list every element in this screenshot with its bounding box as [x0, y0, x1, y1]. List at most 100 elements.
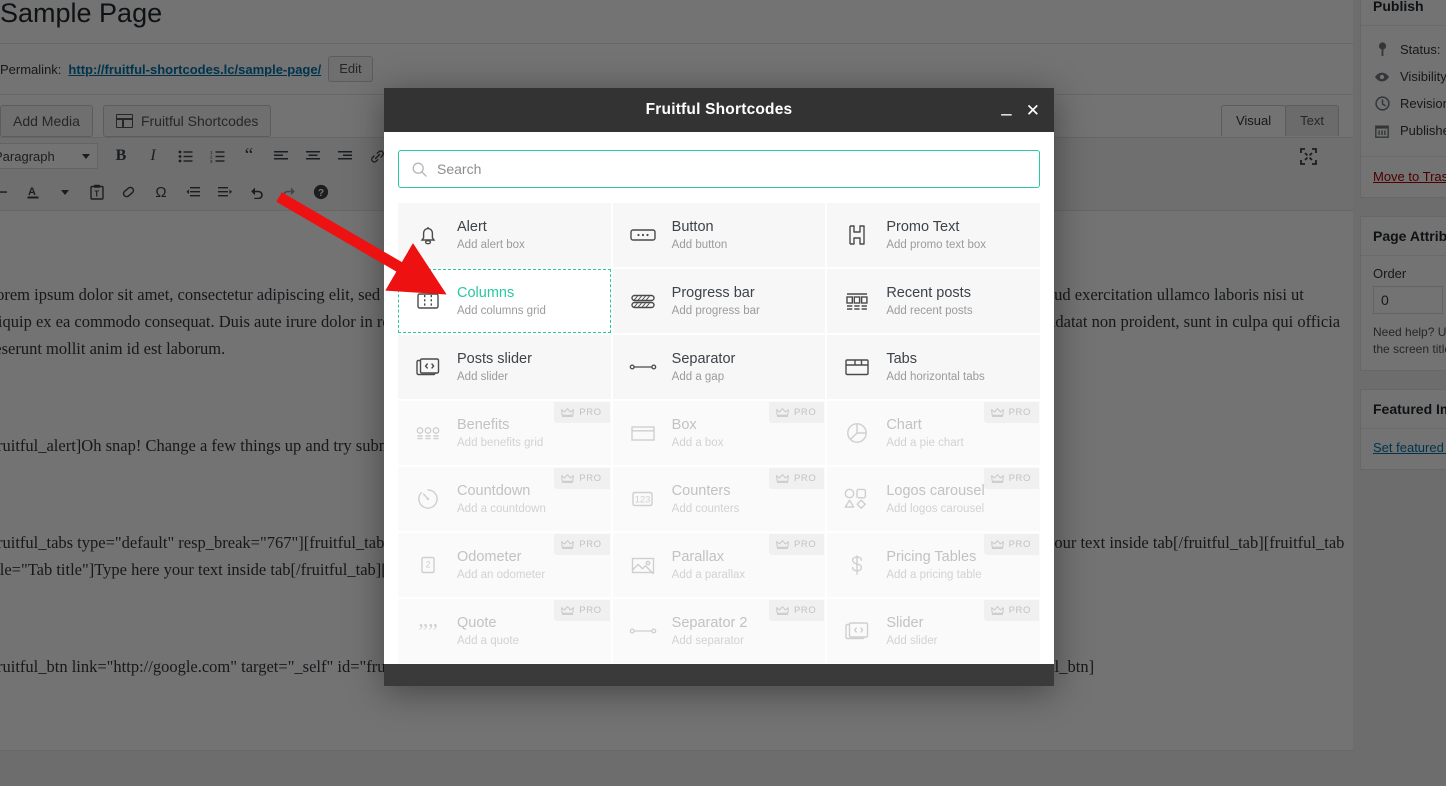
progress-bar-icon	[628, 286, 658, 316]
shortcode-item-desc: Add counters	[671, 502, 740, 515]
parallax-icon	[628, 550, 658, 580]
pro-badge-label: PRO	[579, 473, 602, 484]
shortcode-item-quote[interactable]: ”” Quote Add a quote PRO	[398, 599, 611, 663]
shortcode-item-posts-slider[interactable]: Posts slider Add slider	[398, 335, 611, 399]
shortcode-item-name: Counters	[671, 482, 731, 499]
pro-badge-label: PRO	[579, 539, 602, 550]
shortcode-item-columns[interactable]: Columns Add columns grid	[398, 269, 611, 333]
button-icon	[628, 220, 658, 250]
shortcode-item-pricing-tables[interactable]: Pricing Tables Add a pricing table PRO	[827, 533, 1040, 597]
shortcode-item-name: Progress bar	[671, 284, 755, 301]
shortcode-item-slider[interactable]: Slider Add slider PRO	[827, 599, 1040, 663]
shortcode-item-desc: Add a box	[671, 436, 724, 449]
pro-badge: PRO	[554, 468, 610, 489]
shortcode-item-text: Odometer Add an odometer	[457, 549, 545, 582]
shortcode-item-logos-carousel[interactable]: Logos carousel Add logos carousel PRO	[827, 467, 1040, 531]
shortcode-item-text: Posts slider Add slider	[457, 351, 532, 384]
shortcode-item-text: Quote Add a quote	[457, 615, 519, 648]
shortcode-item-name: Benefits	[457, 416, 510, 433]
pro-badge-label: PRO	[1008, 407, 1031, 418]
crown-icon	[561, 605, 575, 616]
shortcode-item-chart[interactable]: Chart Add a pie chart PRO	[827, 401, 1040, 465]
search-input[interactable]	[437, 161, 1026, 177]
close-icon[interactable]: ✕	[1026, 102, 1040, 119]
shortcode-item-counters[interactable]: 123 Counters Add counters PRO	[612, 467, 826, 531]
modal-footer	[384, 664, 1054, 686]
shortcode-item-desc: Add slider	[886, 634, 938, 647]
search-field-wrapper[interactable]	[398, 150, 1040, 188]
crown-icon	[776, 605, 789, 616]
crown-icon	[561, 473, 575, 484]
shortcode-item-countdown[interactable]: Countdown Add a countdown PRO	[398, 467, 611, 531]
shortcode-item-text: Tabs Add horizontal tabs	[886, 351, 984, 384]
shortcode-item-text: Progress bar Add progress bar	[672, 285, 760, 318]
shortcode-item-text: Parallax Add a parallax	[672, 549, 746, 582]
shortcode-item-name: Pricing Tables	[886, 548, 977, 565]
shortcode-item-name: Parallax	[671, 548, 725, 565]
posts-slider-icon	[413, 352, 443, 382]
pro-badge: PRO	[768, 402, 825, 423]
shortcodes-grid: Alert Add alert box Button Add button Promo …	[398, 203, 1040, 664]
shortcode-item-text: Recent posts Add recent posts	[886, 285, 972, 318]
shortcode-item-button[interactable]: Button Add button	[612, 203, 826, 267]
separator-icon	[628, 352, 658, 382]
promo-text-icon	[842, 220, 872, 250]
crown-icon	[990, 605, 1004, 616]
shortcode-item-desc: Add a pricing table	[886, 568, 982, 581]
shortcode-item-box[interactable]: Box Add a box PRO	[612, 401, 826, 465]
pro-badge-label: PRO	[1008, 539, 1031, 550]
quote-icon: ””	[413, 616, 443, 646]
shortcode-item-text: Alert Add alert box	[457, 219, 525, 252]
shortcode-item-progress-bar[interactable]: Progress bar Add progress bar	[612, 269, 826, 333]
shortcode-item-name: Separator	[671, 350, 736, 367]
bell-icon	[413, 220, 443, 250]
crown-icon	[776, 539, 789, 550]
shortcode-item-name: Slider	[886, 614, 924, 631]
crown-icon	[776, 473, 789, 484]
shortcode-item-recent-posts[interactable]: Recent posts Add recent posts	[827, 269, 1040, 333]
shortcode-item-alert[interactable]: Alert Add alert box	[398, 203, 611, 267]
shortcode-item-parallax[interactable]: Parallax Add a parallax PRO	[612, 533, 826, 597]
shortcode-item-name: Logos carousel	[886, 482, 985, 499]
shortcode-item-text: Pricing Tables Add a pricing table	[886, 549, 981, 582]
shortcode-item-separator[interactable]: Separator Add a gap	[612, 335, 826, 399]
shortcode-item-separator-2[interactable]: Separator 2 Add separator PRO	[612, 599, 826, 663]
shortcode-item-text: Promo Text Add promo text box	[886, 219, 986, 252]
shortcode-item-benefits[interactable]: Benefits Add benefits grid PRO	[398, 401, 611, 465]
svg-text:2: 2	[425, 560, 430, 570]
pro-badge: PRO	[983, 600, 1039, 621]
shortcode-item-tabs[interactable]: Tabs Add horizontal tabs	[827, 335, 1040, 399]
shortcode-item-promo-text[interactable]: Promo Text Add promo text box	[827, 203, 1040, 267]
shortcode-item-desc: Add a gap	[671, 370, 725, 383]
fruitful-shortcodes-modal: Fruitful Shortcodes – ✕ Alert Add alert b…	[384, 88, 1054, 686]
shortcode-item-desc: Add slider	[457, 370, 509, 383]
shortcode-item-text: Separator Add a gap	[672, 351, 736, 384]
shortcode-item-desc: Add progress bar	[671, 304, 760, 317]
countdown-icon	[413, 484, 443, 514]
shortcode-item-name: Countdown	[457, 482, 531, 499]
crown-icon	[561, 407, 575, 418]
shortcode-item-name: Separator 2	[671, 614, 748, 631]
search-icon	[412, 162, 427, 177]
shortcode-item-odometer[interactable]: 2 Odometer Add an odometer PRO	[398, 533, 611, 597]
shortcode-item-text: Logos carousel Add logos carousel	[886, 483, 984, 516]
minimize-icon[interactable]: –	[1001, 105, 1012, 124]
pro-badge: PRO	[554, 402, 610, 423]
shortcode-item-desc: Add columns grid	[457, 304, 546, 317]
crown-icon	[776, 407, 789, 418]
pro-badge-label: PRO	[793, 539, 817, 550]
shortcode-item-name: Alert	[457, 218, 487, 235]
modal-body: Alert Add alert box Button Add button Promo …	[384, 132, 1054, 664]
shortcode-item-name: Odometer	[457, 548, 522, 565]
pro-badge-label: PRO	[579, 407, 602, 418]
shortcode-item-desc: Add an odometer	[457, 568, 546, 581]
crown-icon	[990, 407, 1004, 418]
separator2-icon	[628, 616, 658, 646]
shortcode-item-text: Countdown Add a countdown	[457, 483, 546, 516]
shortcode-item-text: Slider Add slider	[886, 615, 937, 648]
slider-icon	[842, 616, 872, 646]
shortcode-item-name: Columns	[457, 284, 515, 301]
shortcode-item-desc: Add separator	[671, 634, 744, 647]
pro-badge-label: PRO	[1008, 473, 1031, 484]
pro-badge: PRO	[554, 534, 610, 555]
